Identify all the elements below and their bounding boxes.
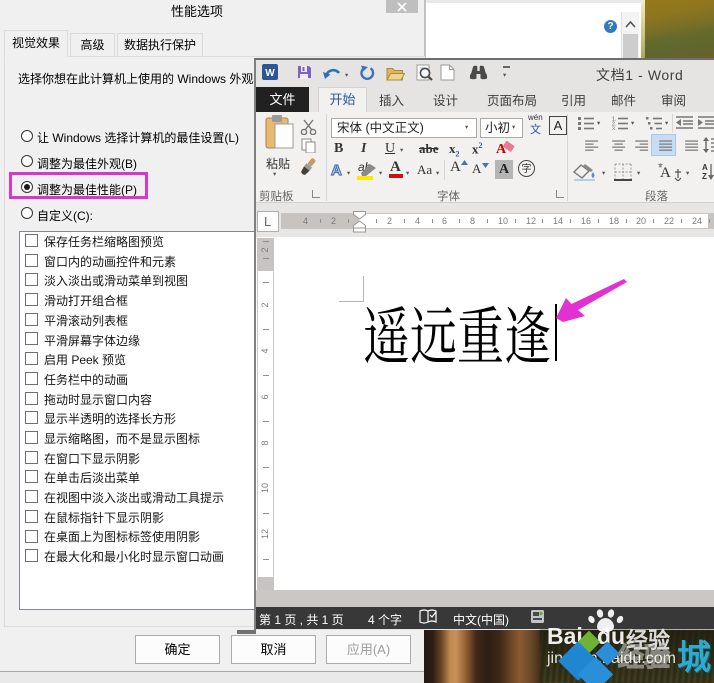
svg-text:A: A	[660, 165, 671, 181]
svg-text:A: A	[702, 163, 708, 172]
svg-text:3.: 3.	[612, 127, 616, 131]
svg-text:W: W	[265, 68, 275, 79]
svg-text:Z: Z	[702, 172, 707, 181]
